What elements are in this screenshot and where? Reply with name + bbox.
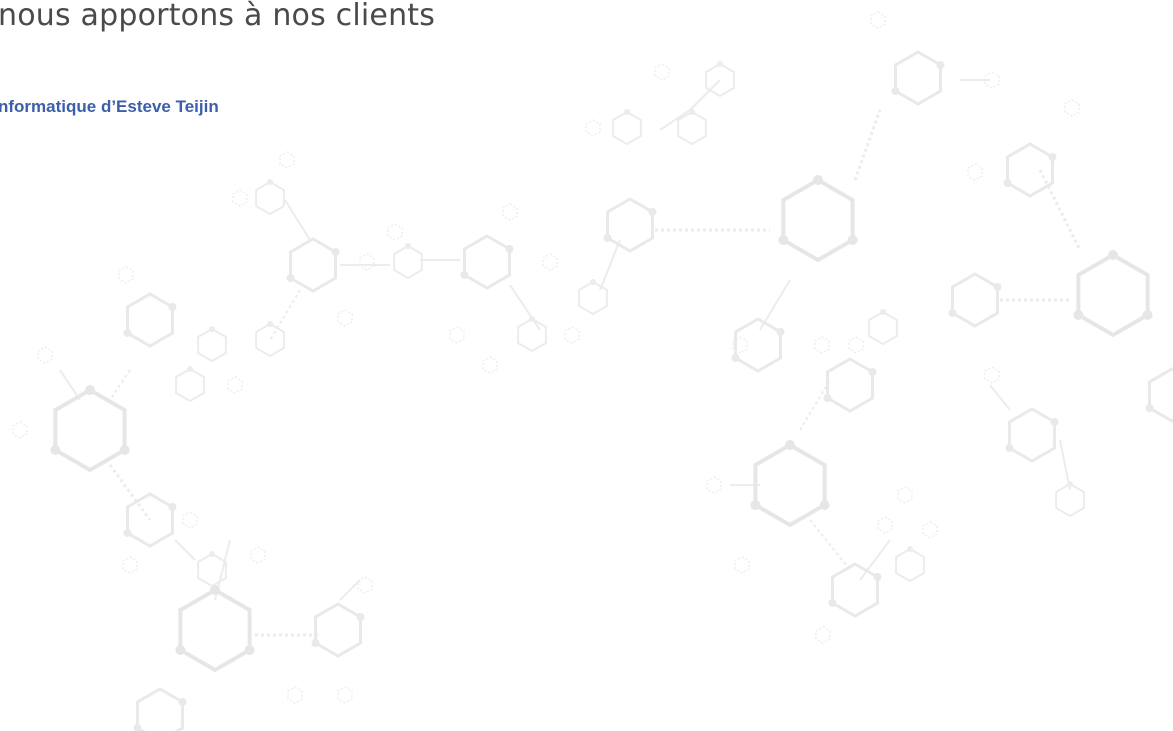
testimonial-section: ” nous apportons à nos clients nformatiq… (0, 0, 1173, 731)
testimonial-attribution: nformatique d’Esteve Teijin (0, 97, 219, 116)
testimonial-quote-text: nous apportons à nos clients (0, 0, 436, 33)
